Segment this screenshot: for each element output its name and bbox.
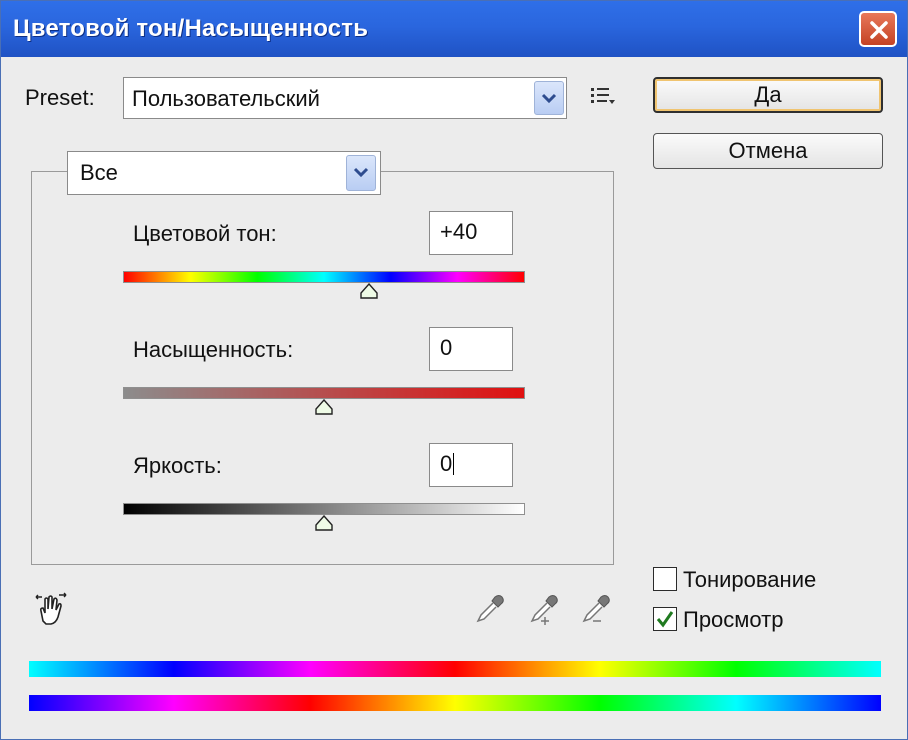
preview-label[interactable]: Просмотр	[683, 607, 783, 633]
output-color-spectrum	[29, 695, 881, 711]
hand-adjust-icon	[35, 592, 67, 625]
colorize-label[interactable]: Тонирование	[683, 567, 816, 593]
title-bar[interactable]: Цветовой тон/Насыщенность	[1, 1, 907, 57]
close-button[interactable]	[859, 11, 897, 47]
ok-button[interactable]: Да	[653, 77, 883, 113]
lightness-slider-track[interactable]	[123, 503, 525, 515]
eyedropper-icon	[476, 595, 504, 623]
eyedropper-add-button[interactable]	[527, 593, 561, 632]
eyedropper-minus-icon	[582, 595, 610, 623]
hue-slider-thumb[interactable]	[359, 282, 379, 299]
preset-menu-button[interactable]	[589, 85, 617, 112]
channel-dropdown-button[interactable]	[346, 155, 376, 191]
eyedropper-plus-icon	[530, 595, 558, 625]
preset-select[interactable]: Пользовательский	[123, 77, 567, 119]
slider-thumb-icon	[359, 282, 378, 299]
slider-thumb-icon	[315, 398, 333, 415]
window-title: Цветовой тон/Насыщенность	[13, 15, 369, 42]
hue-saturation-dialog: Цветовой тон/Насыщенность Preset: Пользо…	[0, 0, 908, 740]
saturation-slider-track[interactable]	[123, 387, 525, 399]
saturation-label: Насыщенность:	[133, 337, 294, 362]
chevron-down-icon	[353, 167, 369, 178]
lightness-input[interactable]: 0	[429, 443, 513, 487]
cancel-button[interactable]: Отмена	[653, 133, 883, 169]
hand-adjust-button[interactable]	[33, 591, 69, 632]
eyedropper-subtract-button[interactable]	[579, 593, 613, 632]
channel-select[interactable]: Все	[67, 151, 381, 195]
eyedropper-button[interactable]	[473, 593, 507, 632]
colorize-checkbox[interactable]	[653, 567, 677, 591]
slider-thumb-icon	[315, 514, 333, 531]
input-color-spectrum	[29, 661, 881, 677]
preset-value: Пользовательский	[132, 86, 320, 111]
saturation-slider-thumb[interactable]	[314, 398, 334, 415]
hue-input[interactable]: +40	[429, 211, 513, 255]
close-icon	[870, 21, 888, 39]
lightness-slider-thumb[interactable]	[314, 514, 334, 531]
preset-dropdown-button[interactable]	[534, 81, 564, 115]
saturation-input[interactable]: 0	[429, 327, 513, 371]
checkmark-icon	[656, 611, 674, 628]
hue-slider-track[interactable]	[123, 271, 525, 283]
chevron-down-icon	[541, 93, 557, 104]
preset-label: Preset:	[25, 85, 95, 110]
list-menu-icon	[591, 88, 615, 104]
lightness-label: Яркость:	[133, 453, 222, 478]
preview-checkbox[interactable]	[653, 607, 677, 631]
hue-label: Цветовой тон:	[133, 221, 277, 246]
channel-value: Все	[80, 160, 118, 185]
text-caret	[453, 453, 455, 475]
lightness-value: 0	[440, 451, 453, 476]
